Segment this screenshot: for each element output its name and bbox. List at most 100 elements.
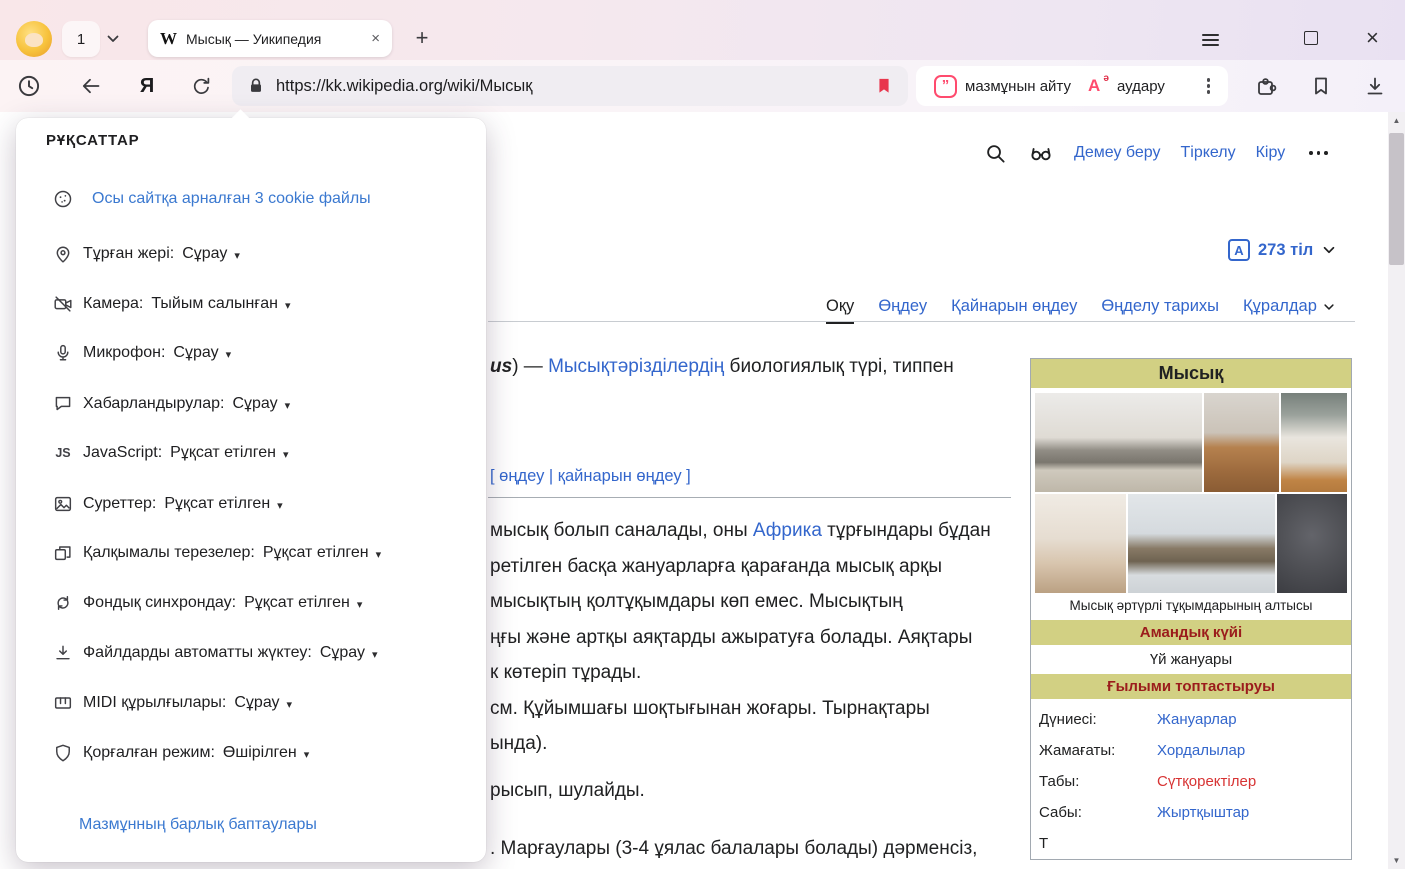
window-close-icon[interactable]: × [1366, 25, 1379, 51]
tab-read[interactable]: Оқу [826, 297, 854, 324]
page-scrollbar[interactable]: ▲ ▼ [1388, 112, 1405, 869]
auto-download-icon [52, 642, 74, 664]
permissions-title: РҰҚСАТТАР [46, 132, 139, 149]
felidae-link[interactable]: Мысықтәрізділердің [548, 356, 724, 377]
midi-icon [52, 692, 74, 714]
tabs-divider [488, 321, 1355, 322]
permission-dropdown[interactable]: Рұқсат етілген▾ [263, 544, 381, 562]
permission-dropdown[interactable]: Сұрау▾ [320, 644, 378, 662]
back-button[interactable] [78, 73, 104, 99]
permission-row-auto-downloads: Файлдарды автоматты жүктеу: Сұрау▾ [52, 638, 378, 668]
language-count: 273 тіл [1258, 241, 1313, 260]
translate-label: аудару [1117, 78, 1165, 95]
scrollbar-up-icon[interactable]: ▲ [1388, 112, 1405, 129]
article-body: мысық болып саналады, оны Африка тұрғынд… [490, 513, 991, 869]
tab-strip: 1 W Мысық — Уикипедия × + × [0, 0, 1405, 60]
scrollbar-down-icon[interactable]: ▼ [1388, 852, 1405, 869]
lock-icon[interactable] [246, 76, 266, 96]
taxobox-title: Мысық [1031, 359, 1351, 388]
section-edit-links[interactable]: [ өңдеу | қайнарын өңдеу ] [490, 467, 691, 486]
article-line: ретілген басқа жануарларға қарағанда мыс… [490, 549, 991, 585]
browser-toolbar: Я https://kk.wikipedia.org/wiki/Мысық ” … [0, 60, 1405, 112]
login-link[interactable]: Кіру [1256, 144, 1286, 162]
permission-row-location: Тұрған жері: Сұрау▾ [52, 239, 240, 269]
read-aloud-label: мазмұнын айту [965, 78, 1071, 95]
taxonomy-table: Дүниесі: Жануарлар Жамағаты: Хордалылар … [1031, 699, 1351, 859]
article-line: к көтеріп тұрады. [490, 655, 991, 691]
article-line: мысықтың қолтұқымдары көп емес. Мысықтың [490, 584, 991, 620]
permission-row-notifications: Хабарландырулар: Сұрау▾ [52, 389, 290, 419]
register-link[interactable]: Тіркелу [1181, 144, 1236, 162]
order-link[interactable]: Жыртқыштар [1157, 804, 1249, 821]
permission-row-images: Суреттер: Рұқсат етілген▾ [52, 489, 283, 519]
cat-photo-dark-gray[interactable] [1277, 494, 1347, 593]
new-tab-button[interactable]: + [408, 24, 436, 52]
taxonomy-row: Табы: Сүтқоректілер [1031, 766, 1351, 797]
read-aloud-button[interactable]: ” мазмұнын айту [926, 66, 1079, 106]
bookmark-flag-icon[interactable] [874, 76, 894, 96]
conservation-status-value: Үй жануары [1031, 645, 1351, 674]
profile-avatar[interactable] [16, 21, 52, 57]
tab-edit[interactable]: Өңдеу [878, 297, 927, 321]
phylum-link[interactable]: Хордалылар [1157, 742, 1245, 759]
scrollbar-thumb[interactable] [1389, 133, 1404, 265]
read-aloud-icon: ” [934, 75, 957, 98]
kingdom-link[interactable]: Жануарлар [1157, 711, 1237, 728]
window-menu-icon[interactable] [1202, 31, 1219, 49]
taxonomy-row: Т [1031, 828, 1351, 859]
permission-dropdown[interactable]: Сұрау▾ [232, 395, 290, 413]
url-text[interactable]: https://kk.wikipedia.org/wiki/Мысық [276, 77, 864, 96]
window-maximize-icon[interactable] [1304, 31, 1318, 45]
permission-row-popups: Қалқымалы терезелер: Рұқсат етілген▾ [52, 538, 381, 568]
tab-close-icon[interactable]: × [371, 30, 380, 47]
active-tab[interactable]: W Мысық — Уикипедия × [148, 20, 392, 57]
microphone-icon [52, 342, 74, 364]
permission-dropdown[interactable]: Өшірілген▾ [223, 744, 309, 762]
cat-photo-tabby-snow[interactable] [1128, 494, 1274, 593]
downloads-icon[interactable] [1362, 73, 1388, 99]
camera-off-icon [52, 293, 74, 315]
extensions-icon[interactable] [1252, 73, 1278, 99]
cat-photo-white-orange[interactable] [1281, 393, 1347, 492]
sync-icon [52, 592, 74, 614]
permission-dropdown[interactable]: Сұрау▾ [234, 694, 292, 712]
cat-photo-cream-siamese[interactable] [1035, 494, 1126, 593]
language-selector[interactable]: A 273 тіл [1228, 239, 1337, 261]
appearance-glasses-icon[interactable] [1028, 140, 1054, 166]
dropdown-caret-icon: ▾ [285, 399, 291, 412]
tab-tools[interactable]: Құралдар [1243, 297, 1336, 321]
permission-dropdown[interactable]: Тыйым салынған▾ [151, 295, 290, 313]
permission-dropdown[interactable]: Рұқсат етілген▾ [164, 495, 282, 513]
class-link[interactable]: Сүтқоректілер [1157, 773, 1256, 790]
address-bar[interactable]: https://kk.wikipedia.org/wiki/Мысық [232, 66, 908, 106]
africa-link[interactable]: Африка [753, 520, 822, 541]
permission-dropdown[interactable]: Сұрау▾ [173, 344, 231, 362]
cat-photo-orange-abyssinian[interactable] [1204, 393, 1279, 492]
collections-icon[interactable] [1308, 73, 1334, 99]
permission-dropdown[interactable]: Сұрау▾ [182, 245, 240, 263]
taxonomy-row: Сабы: Жыртқыштар [1031, 797, 1351, 828]
tab-history[interactable]: Өңделу тарихы [1101, 297, 1219, 321]
permission-dropdown[interactable]: Рұқсат етілген▾ [170, 444, 288, 462]
tab-group-label: 1 [77, 31, 85, 48]
tab-edit-source[interactable]: Қайнарын өңдеу [951, 297, 1077, 321]
search-icon[interactable] [982, 140, 1008, 166]
article-intro-line: us) — Мысықтәрізділердің биологиялық түр… [490, 356, 954, 378]
permission-dropdown[interactable]: Рұқсат етілген▾ [244, 594, 362, 612]
article-line: рысып, шулайды. [490, 773, 991, 809]
history-button[interactable] [16, 73, 42, 99]
cookie-icon [52, 188, 74, 210]
toolbar-more-icon[interactable] [1199, 76, 1219, 97]
cookies-link[interactable]: Осы сайтқа арналған 3 cookie файлы [52, 184, 371, 214]
permission-row-javascript: JS JavaScript: Рұқсат етілген▾ [52, 438, 288, 468]
cat-photo-gray-tabby-lying[interactable] [1035, 393, 1202, 492]
user-menu-ellipsis-icon[interactable] [1305, 147, 1331, 159]
donate-link[interactable]: Демеу беру [1074, 144, 1161, 162]
tab-group-chip[interactable]: 1 [62, 21, 100, 57]
tab-group-caret-icon[interactable] [104, 30, 122, 48]
avatar-face [25, 33, 43, 47]
all-content-settings-link[interactable]: Мазмұнның барлық баптаулары [79, 816, 317, 834]
yandex-button[interactable]: Я [134, 73, 160, 99]
translate-button[interactable]: Аә аудару [1079, 66, 1173, 106]
reload-button[interactable] [188, 73, 214, 99]
